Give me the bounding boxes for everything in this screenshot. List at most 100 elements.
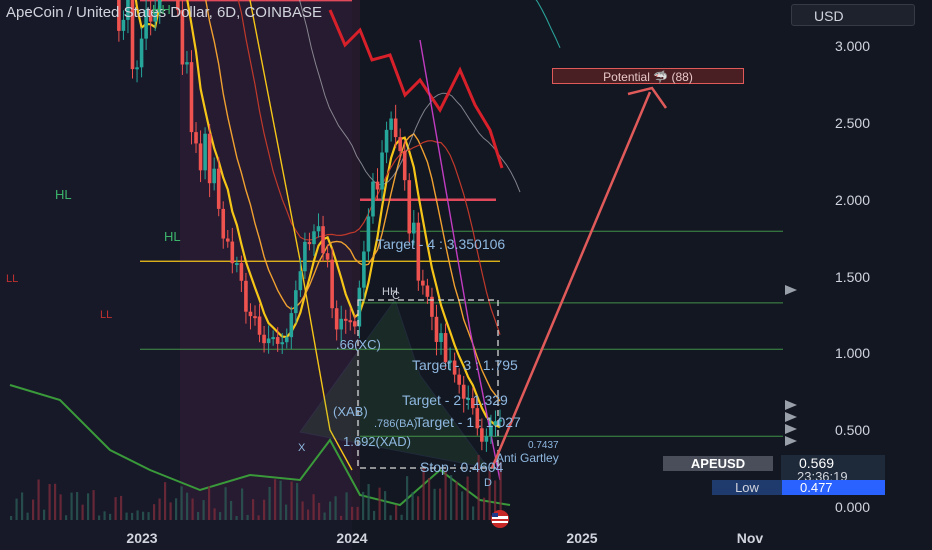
y-tick-label: 1.500: [834, 268, 870, 285]
x-tick-label: 2023: [126, 530, 158, 546]
volume-bar: [428, 477, 431, 520]
candle-body: [334, 308, 339, 330]
candle-body: [307, 241, 312, 245]
candle-body: [371, 181, 375, 217]
volume-bar: [279, 480, 282, 520]
volume-bar: [213, 508, 216, 520]
volume-bar: [103, 511, 106, 520]
volume-bar: [395, 504, 398, 520]
candle-body: [389, 118, 393, 130]
volume-bar: [323, 512, 326, 520]
volume-bar: [147, 512, 150, 520]
flag-icon[interactable]: [491, 510, 509, 528]
volume-bar: [164, 482, 167, 520]
candle-body: [407, 180, 412, 234]
volume-bar: [180, 486, 183, 520]
volume-bar: [422, 468, 425, 520]
volume-bar: [202, 500, 205, 520]
hl-label-2: HL: [164, 229, 181, 244]
volume-bar: [356, 506, 359, 520]
volume-bar: [59, 494, 62, 520]
candle-body: [316, 226, 321, 232]
xc-label: .66(XC): [336, 337, 381, 352]
volume-bar: [268, 486, 271, 520]
volume-bar: [65, 515, 68, 520]
volume-bar: [334, 496, 337, 520]
volume-bar: [26, 512, 29, 520]
candle-body: [135, 67, 139, 70]
hh-label-1: HH: [152, 2, 171, 17]
candle-body: [248, 311, 253, 317]
candle-body: [280, 342, 285, 345]
candle-body: [212, 168, 216, 184]
volume-bar: [340, 515, 343, 520]
candle-body: [189, 62, 194, 133]
xad-label: 1.692(XAD): [343, 434, 411, 449]
candle-body: [271, 337, 275, 340]
volume-bar: [384, 491, 387, 520]
y-tick-label: 3.000: [834, 38, 870, 55]
volume-bar: [362, 491, 365, 520]
currency-button[interactable]: USD: [791, 4, 915, 26]
volume-bar: [235, 515, 238, 520]
candle-body: [298, 271, 303, 291]
volume-bar: [290, 481, 293, 520]
volume-bar: [389, 515, 392, 520]
volume-bar: [186, 492, 189, 520]
volume-bar: [224, 487, 227, 520]
stop-label: Stop : 0.4604: [420, 459, 504, 475]
volume-bar: [296, 483, 299, 520]
candle-body: [216, 168, 221, 209]
target-2-label: Target - 2 : 1.329: [402, 392, 508, 408]
volume-bar: [10, 515, 13, 520]
volume-bar: [351, 506, 354, 520]
candle-body: [275, 337, 280, 344]
low-label: Low: [712, 480, 782, 495]
y-tick-label: 1.000: [834, 345, 870, 362]
volume-bar: [70, 492, 73, 520]
volume-bar: [263, 499, 266, 520]
volume-bar: [411, 492, 414, 520]
volume-bar: [466, 476, 469, 520]
volume-bar: [417, 496, 420, 520]
candle-body: [203, 133, 207, 171]
candle-body: [330, 259, 334, 309]
target-4-label: Target - 4 : 3.350106: [376, 236, 506, 252]
background-bands: [0, 0, 360, 550]
candle-body: [402, 151, 407, 181]
volume-bar: [461, 491, 464, 520]
ll-label-1: LL: [6, 273, 19, 285]
candle-body: [244, 280, 248, 312]
volume-bar: [15, 498, 18, 520]
candle-body: [194, 132, 198, 144]
candle-body: [230, 241, 235, 264]
candle-body: [253, 316, 257, 319]
candle-body: [480, 428, 484, 442]
candle-body: [380, 152, 384, 190]
candle-body: [284, 337, 289, 343]
volume-bar: [92, 490, 95, 520]
volume-bar: [191, 498, 194, 520]
candle-body: [235, 263, 239, 266]
y-tick-label: 0.000: [834, 499, 870, 515]
candle-body: [434, 316, 439, 342]
volume-bar: [197, 511, 200, 520]
volume-bar: [169, 502, 172, 520]
volume-bar: [136, 510, 139, 520]
volume-bar: [472, 506, 475, 520]
volume-bar: [285, 504, 288, 520]
low-value: 0.477: [782, 480, 885, 495]
x-tick-label: 2024: [336, 530, 368, 546]
candle-body: [262, 334, 266, 344]
y-tick-label: 2.500: [834, 115, 870, 131]
pattern-c-label: C: [392, 290, 400, 302]
volume-bar: [125, 512, 128, 520]
volume-bar: [301, 501, 304, 520]
y-tick-label: 2.000: [834, 191, 870, 208]
candle-body: [457, 374, 461, 385]
volume-bar: [37, 479, 40, 520]
candle-body: [303, 241, 307, 272]
candle-body: [339, 318, 344, 330]
volume-bar: [219, 512, 222, 520]
small-level-label: 0.7437: [528, 440, 559, 451]
